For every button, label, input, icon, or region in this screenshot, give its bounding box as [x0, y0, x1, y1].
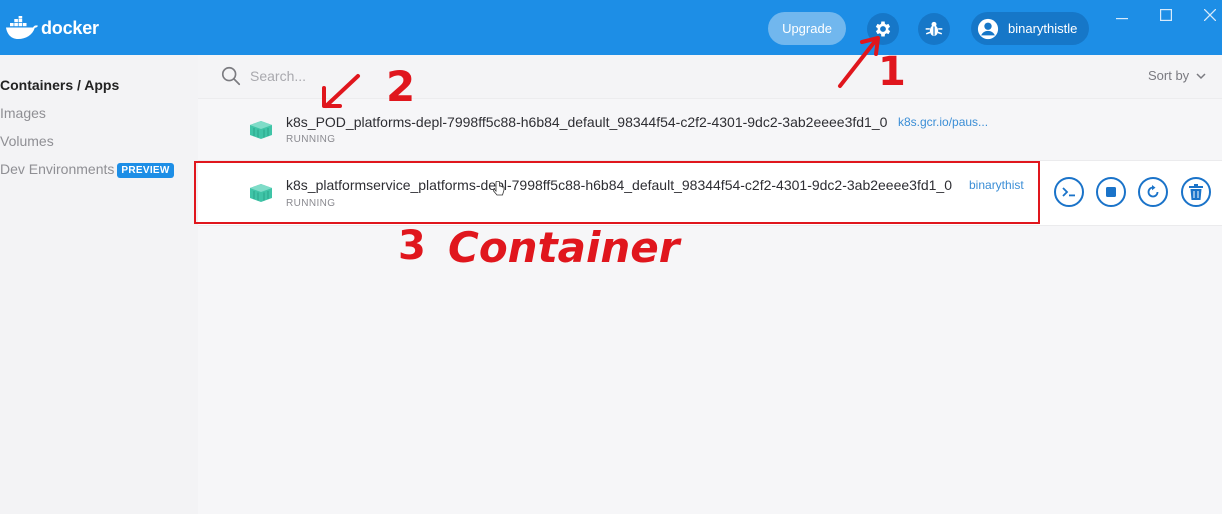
- docker-whale-icon: [6, 16, 38, 39]
- sidebar-item-containers[interactable]: Containers / Apps: [0, 77, 119, 93]
- annotation-label-3: 3: [398, 223, 426, 269]
- sidebar-item-images[interactable]: Images: [0, 105, 46, 121]
- username: binarythistle: [1008, 21, 1078, 36]
- cli-button[interactable]: [1054, 177, 1084, 207]
- account-button[interactable]: binarythistle: [971, 12, 1089, 45]
- minimize-icon: [1116, 18, 1128, 20]
- sidebar-item-volumes[interactable]: Volumes: [0, 133, 54, 149]
- search-bar: Sort by: [198, 55, 1222, 99]
- bug-icon: [925, 21, 943, 37]
- annotation-label-container: Container: [448, 223, 680, 272]
- title-bar: docker Upgrade binarythistle: [0, 0, 1222, 55]
- preview-badge: PREVIEW: [117, 163, 174, 178]
- troubleshoot-button[interactable]: [918, 13, 950, 45]
- highlight-box-annotation: [194, 161, 1040, 224]
- sidebar-item-label: Dev Environments: [0, 161, 115, 177]
- chevron-down-icon: [1196, 73, 1206, 80]
- main-panel: Sort by k8s_POD_platforms-depl-7998ff5c8…: [198, 55, 1222, 514]
- container-row[interactable]: k8s_POD_platforms-depl-7998ff5c88-h6b84_…: [198, 99, 1222, 160]
- app-name: docker: [41, 17, 99, 38]
- maximize-button[interactable]: [1160, 8, 1173, 24]
- sort-by-dropdown[interactable]: Sort by: [1148, 68, 1206, 83]
- user-avatar-icon: [977, 18, 999, 39]
- gear-icon: [875, 21, 891, 37]
- maximize-icon: [1160, 9, 1173, 22]
- cli-icon: [1062, 187, 1075, 197]
- sidebar-item-label: Images: [0, 105, 46, 121]
- annotation-label-2: 2: [386, 62, 416, 111]
- delete-button[interactable]: [1181, 177, 1211, 207]
- upgrade-button[interactable]: Upgrade: [768, 12, 846, 45]
- search-icon: [221, 66, 241, 86]
- sidebar-item-dev-environments[interactable]: Dev Environments PREVIEW: [0, 161, 174, 178]
- container-image-link[interactable]: k8s.gcr.io/paus...: [898, 115, 998, 129]
- search-input[interactable]: [250, 65, 650, 87]
- sidebar: Containers / Apps Images Volumes Dev Env…: [0, 55, 198, 514]
- docker-logo: docker: [6, 13, 99, 43]
- restart-button[interactable]: [1138, 177, 1168, 207]
- close-icon: [1203, 8, 1217, 22]
- sidebar-item-label: Volumes: [0, 133, 54, 149]
- trash-icon: [1189, 184, 1203, 200]
- container-status: RUNNING: [286, 134, 336, 145]
- container-icon: [250, 121, 272, 139]
- minimize-button[interactable]: [1116, 8, 1128, 24]
- close-button[interactable]: [1203, 8, 1217, 24]
- sidebar-item-label: Containers / Apps: [0, 77, 120, 93]
- container-name: k8s_POD_platforms-depl-7998ff5c88-h6b84_…: [286, 114, 888, 130]
- settings-button[interactable]: [867, 13, 899, 45]
- annotation-label-1: 1: [878, 49, 906, 95]
- stop-icon: [1106, 187, 1116, 197]
- stop-button[interactable]: [1096, 177, 1126, 207]
- restart-icon: [1147, 185, 1159, 198]
- sort-by-label: Sort by: [1148, 68, 1190, 83]
